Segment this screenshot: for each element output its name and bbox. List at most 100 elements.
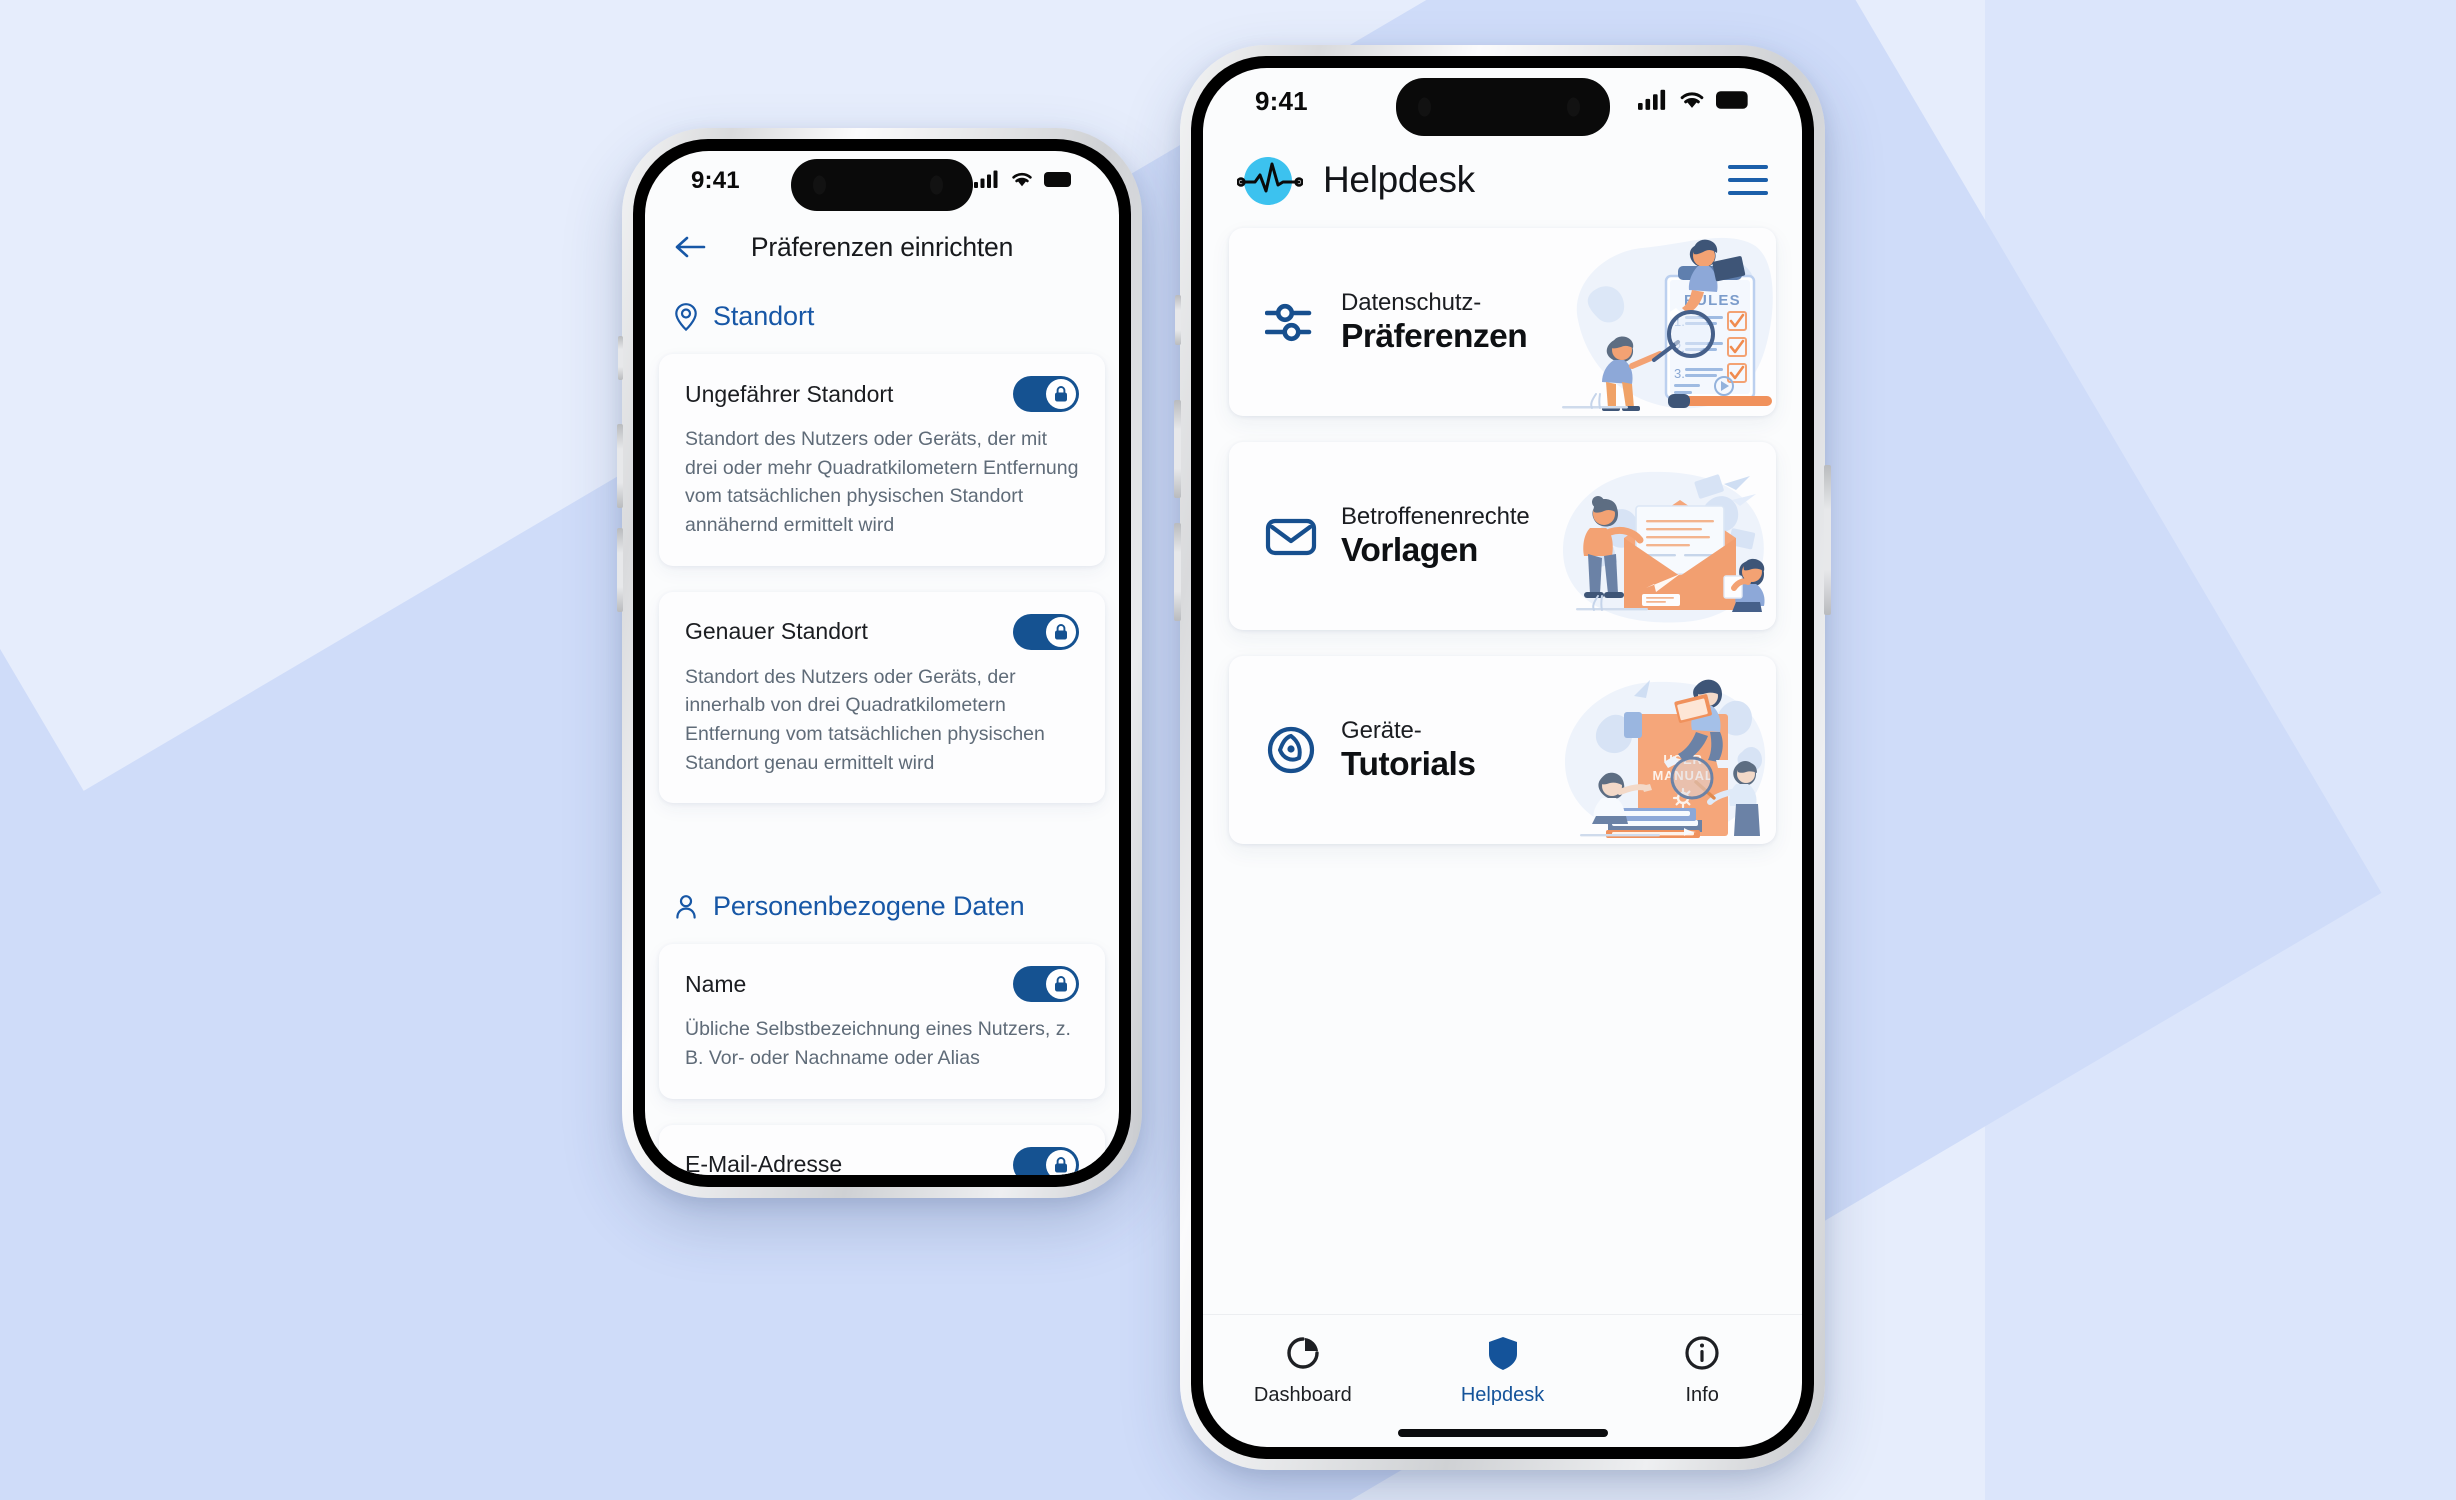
pulse-heartbeat-logo <box>1236 157 1304 205</box>
right-status-bar: 9:41 <box>1203 68 1802 136</box>
tab-info[interactable]: Info <box>1602 1331 1802 1407</box>
right-phone-power-button[interactable] <box>1824 465 1831 615</box>
app-logo <box>1236 154 1304 206</box>
right-phone-screen: 9:41 Helpdesk Datenschutz- Präferenzen R… <box>1203 68 1802 1447</box>
left-phone-screen: 9:41 Präferenzen einrichten Standort Ung… <box>645 151 1119 1175</box>
tab-dashboard[interactable]: Dashboard <box>1203 1331 1403 1407</box>
preference-card[interactable]: Ungefährer Standort Standort des Nutzers… <box>659 354 1105 566</box>
card-subtitle: Datenschutz- <box>1341 288 1482 316</box>
page-title: Präferenzen einrichten <box>750 231 1014 262</box>
left-phone-bezel: 9:41 Präferenzen einrichten Standort Ung… <box>633 139 1131 1187</box>
section-label: Personenbezogene Daten <box>713 891 1025 922</box>
card-betroffenenrechte-vorlagen[interactable]: Betroffenenrechte Vorlagen <box>1229 442 1776 630</box>
tab-label: Dashboard <box>1253 1384 1352 1406</box>
left-phone-volume-down-button[interactable] <box>617 528 623 612</box>
preference-card[interactable]: Genauer Standort Standort des Nutzers od… <box>659 591 1105 804</box>
user-manual-books-illustration: USER MANUAL <box>1564 679 1766 838</box>
preference-row: Name <box>685 966 1079 1003</box>
left-phone-silent-switch[interactable] <box>618 336 623 380</box>
preference-title: Genauer Standort <box>685 618 868 645</box>
wifi-icon <box>1012 172 1032 187</box>
info-circle-icon <box>1685 1336 1719 1370</box>
section-label: Standort <box>713 301 815 331</box>
right-phone-volume-up-button[interactable] <box>1174 400 1181 498</box>
section-header-personendaten: Personenbezogene Daten <box>645 861 1119 944</box>
preference-toggle[interactable] <box>1013 966 1079 1003</box>
dynamic-island <box>791 159 973 211</box>
open-envelope-letter-illustration <box>1562 471 1765 623</box>
preference-row: Ungefährer Standort <box>685 376 1079 412</box>
toggle-knob <box>1046 616 1076 647</box>
status-time: 9:41 <box>691 167 740 194</box>
bottom-tab-bar: Dashboard Helpdesk Info <box>1203 1314 1802 1415</box>
card-text: Geräte- Tutorials <box>1341 716 1476 784</box>
card-text: Datenschutz- Präferenzen <box>1341 288 1528 356</box>
status-icons <box>974 170 1073 188</box>
right-phone-volume-down-button[interactable] <box>1174 523 1181 621</box>
hamburger-menu-icon[interactable] <box>1728 165 1768 195</box>
camera-dot-icon <box>813 175 826 195</box>
card-title: Vorlagen <box>1341 531 1478 569</box>
left-nav-bar: Präferenzen einrichten <box>645 209 1119 271</box>
app-title: Helpdesk <box>1323 159 1475 200</box>
toggle-knob <box>1046 969 1076 1000</box>
sensor-dot-icon <box>930 175 943 195</box>
preference-card[interactable]: E-Mail-Adresse Die E-Mail-Adresse eines … <box>659 1124 1105 1175</box>
preference-description: Übliche Selbstbezeichnung eines Nutzers,… <box>685 1018 1071 1069</box>
card-datenschutz-praeferenzen[interactable]: Datenschutz- Präferenzen RULES 1. <box>1229 228 1776 416</box>
preference-toggle[interactable] <box>1013 613 1079 650</box>
dynamic-island <box>1395 78 1610 136</box>
helpdesk-card-list: Datenschutz- Präferenzen RULES 1. <box>1203 224 1802 870</box>
status-time: 9:41 <box>1255 86 1308 116</box>
card-icon-wrap <box>1263 725 1319 775</box>
toggle-knob <box>1046 1149 1076 1175</box>
preference-title: E-Mail-Adresse <box>685 1151 843 1175</box>
right-phone-silent-switch[interactable] <box>1175 295 1181 345</box>
toggle-knob <box>1046 379 1076 409</box>
sliders-settings-icon <box>1265 303 1312 342</box>
preference-toggle[interactable] <box>1013 1146 1079 1175</box>
card-subtitle: Betroffenenrechte <box>1341 502 1530 530</box>
preference-toggle[interactable] <box>1013 376 1079 412</box>
svg-text:3.: 3. <box>1674 366 1685 381</box>
preference-title: Name <box>685 970 747 997</box>
preference-title: Ungefährer Standort <box>685 380 894 407</box>
preference-description: Standort des Nutzers oder Geräts, der mi… <box>685 428 1079 536</box>
preference-row: E-Mail-Adresse <box>685 1146 1079 1175</box>
preference-card[interactable]: Name Übliche Selbstbezeichnung eines Nut… <box>659 944 1105 1099</box>
cellular-bars-icon <box>1638 89 1666 110</box>
tab-label: Helpdesk <box>1460 1384 1545 1406</box>
lock-icon <box>1055 1156 1067 1173</box>
status-icons <box>1638 89 1750 110</box>
tab-helpdesk[interactable]: Helpdesk <box>1403 1331 1603 1407</box>
person-icon <box>676 894 696 919</box>
left-phone-volume-up-button[interactable] <box>617 424 623 508</box>
card-icon-wrap <box>1263 299 1319 345</box>
pie-chart-icon <box>1287 1337 1319 1369</box>
card-title: Tutorials <box>1341 745 1476 783</box>
card-icon-wrap <box>1263 515 1319 557</box>
tab-label: Info <box>1685 1384 1719 1406</box>
back-arrow-icon[interactable] <box>673 234 707 260</box>
right-phone-bezel: 9:41 Helpdesk Datenschutz- Präferenzen R… <box>1191 56 1814 1459</box>
card-subtitle: Geräte- <box>1341 716 1422 744</box>
lock-icon <box>1055 976 1067 992</box>
wifi-icon <box>1680 92 1704 108</box>
sensor-dot-icon <box>1566 97 1580 117</box>
preference-description: Standort des Nutzers oder Geräts, der in… <box>685 665 1045 774</box>
rules-checklist-illustration: RULES 1. 2. 3. <box>1562 237 1773 411</box>
phone-device-left: 9:41 Präferenzen einrichten Standort Ung… <box>617 128 1142 1198</box>
location-pin-icon <box>675 302 697 331</box>
cellular-bars-icon <box>974 170 998 188</box>
phone-device-right: 9:41 Helpdesk Datenschutz- Präferenzen R… <box>1174 45 1831 1470</box>
compass-icon <box>1267 726 1315 774</box>
preference-row: Genauer Standort <box>685 613 1079 650</box>
helpdesk-header: Helpdesk <box>1203 132 1802 224</box>
camera-dot-icon <box>1417 97 1431 117</box>
left-status-bar: 9:41 <box>645 151 1119 211</box>
card-geraete-tutorials[interactable]: Geräte- Tutorials USER MANUAL <box>1229 656 1776 844</box>
envelope-mail-icon <box>1265 518 1317 556</box>
home-indicator[interactable] <box>1397 1429 1608 1437</box>
